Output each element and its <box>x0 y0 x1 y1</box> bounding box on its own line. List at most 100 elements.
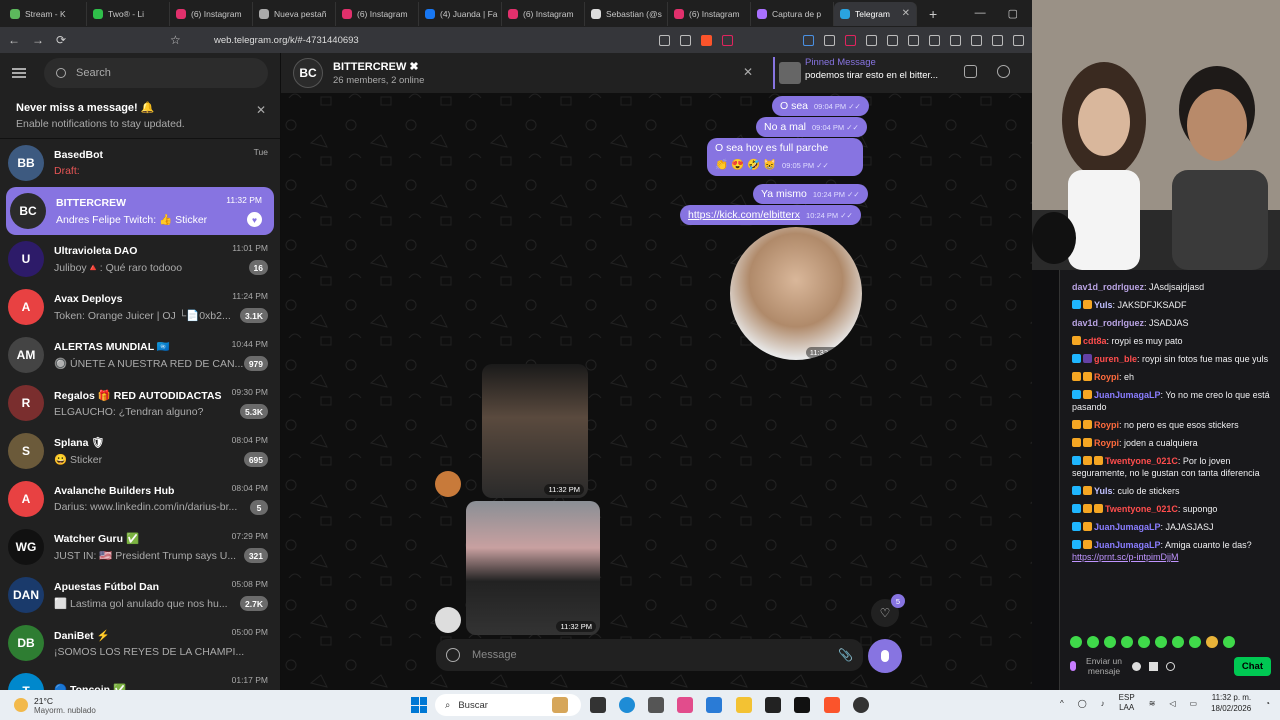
photo-message[interactable]: 11:32 PM <box>466 501 600 635</box>
chevron-up-icon[interactable]: ^ <box>1060 699 1064 708</box>
group-avatar[interactable]: BC <box>293 58 323 88</box>
chat-username[interactable]: JuanJumagaLP <box>1094 540 1161 550</box>
hamburger-menu-icon[interactable] <box>12 68 26 78</box>
chat-username[interactable]: dav1d_rodrlguez <box>1072 318 1144 328</box>
task-view-icon[interactable] <box>590 697 606 713</box>
chat-send-button[interactable]: Chat <box>1233 656 1271 676</box>
message-bubble[interactable]: Ya mismo 10:24 PM ✓✓ <box>753 184 868 204</box>
minimize-button[interactable]: — <box>975 7 986 20</box>
browser-tab[interactable]: Captura de p <box>751 1 834 26</box>
emote-row[interactable] <box>1070 636 1271 648</box>
chat-username[interactable]: JuanJumagaLP <box>1094 390 1161 400</box>
chat-list-item[interactable]: BC BITTERCREW Andres Felipe Twitch: 👍 Stic… <box>6 187 274 235</box>
message-link[interactable]: https://kick.com/elbitterx <box>688 209 800 221</box>
chat-username[interactable]: Yuls <box>1094 486 1113 496</box>
message-bubble[interactable]: O sea hoy es full parche 👏 😍 🤣 😸 09:05 PM… <box>707 138 863 176</box>
chat-input-field[interactable]: Enviar un mensaje <box>1084 656 1124 676</box>
vpn-icon[interactable] <box>1013 34 1024 46</box>
chat-username[interactable]: Yuls <box>1094 300 1113 310</box>
chat-username[interactable]: Roypi <box>1094 372 1119 382</box>
message-bubble[interactable]: https://kick.com/elbitterx 10:24 PM ✓✓ <box>680 205 861 225</box>
microphone-icon[interactable]: ♪ <box>1101 699 1105 708</box>
network-icon[interactable]: ◯ <box>1078 699 1087 708</box>
microphone-button[interactable] <box>868 639 902 673</box>
microphone-icon[interactable] <box>1070 661 1076 671</box>
search-input[interactable]: Search <box>44 58 268 88</box>
browser-tab[interactable]: (6) Instagram <box>502 1 585 26</box>
message-bubble[interactable]: O sea 09:04 PM ✓✓ <box>772 96 869 116</box>
search-icon[interactable] <box>997 65 1010 78</box>
chat-link[interactable]: https://prnt.sc/p-intpimDjjM <box>1072 552 1179 562</box>
gift-icon[interactable] <box>1149 661 1158 671</box>
browser-tab[interactable]: Telegram ✕ <box>834 1 917 26</box>
close-icon[interactable]: ✕ <box>743 65 753 79</box>
photo-message[interactable]: 11:32 PM <box>482 364 588 498</box>
brave-icon[interactable] <box>824 697 840 713</box>
browser-tab[interactable]: Nueva pestañ <box>253 1 336 26</box>
message-bubble[interactable]: No a mal 09:04 PM ✓✓ <box>756 117 867 137</box>
music-icon[interactable] <box>929 34 940 46</box>
file-explorer-icon[interactable] <box>736 697 752 713</box>
sidebar-icon[interactable] <box>950 34 961 46</box>
round-video-message[interactable]: 11:32 PM ✓✓ <box>730 227 862 360</box>
chat-list-item[interactable]: U Ultravioleta DAO Juliboy🔺: Qué raro todo… <box>0 235 280 283</box>
snipping-tool-icon[interactable] <box>648 697 664 713</box>
settings-icon[interactable] <box>1166 661 1175 671</box>
browser-tab[interactable]: (6) Instagram <box>336 1 419 26</box>
share-icon[interactable] <box>680 34 691 46</box>
bookmark-icon[interactable]: ☆ <box>170 33 181 47</box>
extensions-puzzle-icon[interactable] <box>866 34 877 46</box>
browser-tab[interactable]: Two® - Li <box>87 1 170 26</box>
notification-banner[interactable]: Never miss a message! 🔔 Enable notificat… <box>0 93 280 139</box>
browser-tab[interactable]: (4) Juanda | Fa <box>419 1 502 26</box>
translate-icon[interactable] <box>803 34 814 46</box>
close-icon[interactable]: ✕ <box>256 103 266 117</box>
brave-shield-icon[interactable] <box>701 34 712 46</box>
extension-icon[interactable] <box>908 34 919 46</box>
chat-username[interactable]: guren_ble <box>1094 354 1137 364</box>
extension-icon[interactable] <box>845 34 856 46</box>
chat-header[interactable]: BC BITTERCREW ✖ 26 members, 2 online ✕ P… <box>281 53 1032 93</box>
chat-list-item[interactable]: A Avalanche Builders Hub Darius: www.linke… <box>0 475 280 523</box>
maximize-button[interactable]: ▢ <box>1008 7 1018 20</box>
tab-close-icon[interactable]: ✕ <box>902 8 910 19</box>
browser-tab[interactable]: (6) Instagram <box>668 1 751 26</box>
battery-icon[interactable]: ▭ <box>1190 699 1198 708</box>
wallet-icon[interactable] <box>971 34 982 46</box>
notification-bell-icon[interactable]: ◔ <box>1265 699 1270 708</box>
wifi-icon[interactable]: ≋ <box>1149 699 1156 708</box>
windows-start-icon[interactable] <box>411 697 427 713</box>
chat-username[interactable]: Roypi <box>1094 438 1119 448</box>
app-icon[interactable] <box>794 697 810 713</box>
sender-avatar[interactable] <box>435 471 461 497</box>
browser-tab[interactable]: Stream - K <box>4 1 87 26</box>
store-icon[interactable] <box>706 697 722 713</box>
obs-icon[interactable] <box>853 697 869 713</box>
leo-icon[interactable] <box>992 34 1003 46</box>
chat-username[interactable]: Twentyone_021C <box>1105 456 1178 466</box>
language-indicator[interactable]: ESP LAA <box>1119 693 1135 713</box>
brave-rewards-icon[interactable] <box>722 34 733 46</box>
weather-widget[interactable]: 21°C Mayorm. nublado <box>0 696 140 715</box>
chat-list-item[interactable]: WG Watcher Guru ✅ JUST IN: 🇺🇸 President Tr… <box>0 523 280 571</box>
message-input[interactable]: Message 📎 <box>436 639 863 671</box>
forward-icon[interactable]: → <box>32 33 44 47</box>
browser-tab[interactable]: Sebastian (@s <box>585 1 668 26</box>
clock[interactable]: 11:32 p. m. 18/02/2026 <box>1211 692 1251 714</box>
terminal-icon[interactable] <box>765 697 781 713</box>
install-app-icon[interactable] <box>659 34 670 46</box>
sender-avatar[interactable] <box>435 607 461 633</box>
extension-icon[interactable] <box>887 34 898 46</box>
back-icon[interactable]: ← <box>8 33 20 47</box>
volume-icon[interactable]: ◁ <box>1169 699 1175 708</box>
new-tab-button[interactable]: + <box>929 6 937 22</box>
chat-list-item[interactable]: A Avax Deploys Token: Orange Juicer | OJ └… <box>0 283 280 331</box>
pinned-message[interactable]: Pinned Message podemos tirar esto en el … <box>773 57 943 89</box>
reload-icon[interactable]: ⟳ <box>56 33 66 47</box>
chat-list-item[interactable]: DB DaniBet ⚡ ¡SOMOS LOS REYES DE LA CHAMPI… <box>0 619 280 667</box>
chat-username[interactable]: Twentyone_021C <box>1105 504 1178 514</box>
attach-icon[interactable]: 📎 <box>838 648 853 662</box>
url-field[interactable]: web.telegram.org/k/#-4731440693 <box>214 35 359 46</box>
bits-icon[interactable] <box>1132 661 1141 671</box>
copilot-icon[interactable] <box>677 697 693 713</box>
